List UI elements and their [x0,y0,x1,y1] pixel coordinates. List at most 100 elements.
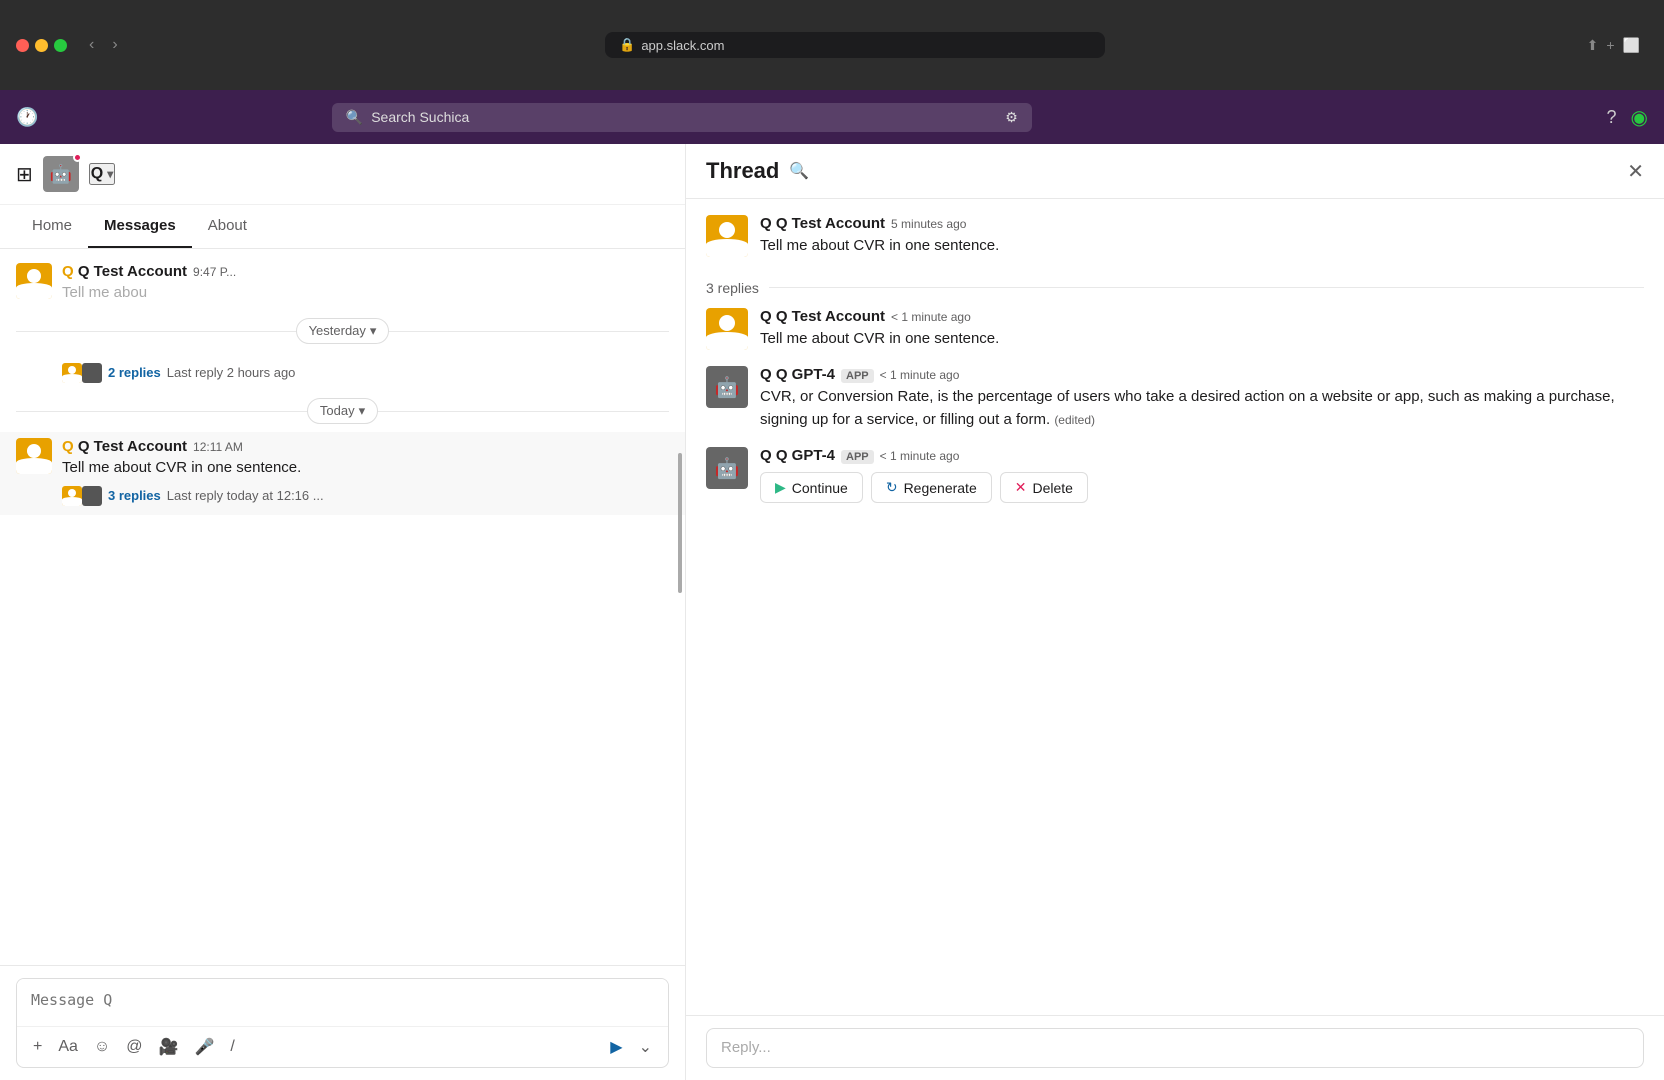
message-author: Q Q Test Account [62,438,187,455]
lock-icon: 🔒 [619,37,635,53]
minimize-traffic-light[interactable] [35,39,48,52]
tab-about[interactable]: About [192,205,263,248]
yesterday-badge[interactable]: Yesterday ▾ [296,318,390,344]
thread-message-reply3: 🤖 Q Q GPT-4 APP < 1 minute ago ▶ Continu… [706,447,1644,503]
delete-icon: ✕ [1015,479,1027,496]
nav-tabs: Home Messages About [0,205,685,249]
mic-button[interactable]: 🎤 [188,1033,220,1061]
forward-button[interactable]: › [106,34,123,56]
browser-actions: ⬆ + ⬜ [1587,37,1640,54]
sidebar-toggle-icon[interactable]: ⊞ [16,162,33,187]
scrollbar-thumb[interactable] [678,453,682,593]
thread-message-content: Q Q Test Account 5 minutes ago Tell me a… [760,215,1644,258]
avatar [16,438,52,474]
avatar [706,215,748,257]
traffic-lights [16,39,67,52]
thread-time: 5 minutes ago [891,217,966,231]
regenerate-button[interactable]: ↻ Regenerate [871,472,992,503]
search-placeholder: Search Suchica [371,109,469,125]
message-text: Tell me abou [62,282,669,304]
profile-icon[interactable]: ◉ [1631,105,1648,130]
message-input-box: + Aa ☺ @ 🎥 🎤 / ▶ ⌄ [16,978,669,1068]
address-bar[interactable]: 🔒 app.slack.com [605,32,1105,58]
thread-time: < 1 minute ago [891,310,971,324]
message-time: 12:11 AM [193,440,243,454]
delete-button[interactable]: ✕ Delete [1000,472,1088,503]
last-reply-time: Last reply today at 12:16 ... [167,488,324,503]
filter-icon[interactable]: ⚙ [1005,109,1018,126]
video-button[interactable]: 🎥 [153,1033,185,1061]
help-icon[interactable]: ? [1607,107,1617,128]
emoji-button[interactable]: ☺ [88,1034,116,1060]
reply-avatar-bot [82,363,102,383]
continue-button[interactable]: ▶ Continue [760,472,863,503]
message-content: Q Q Test Account 9:47 P... Tell me abou [62,263,669,304]
header-right-actions: ? ◉ [1607,105,1648,130]
chevron-down-icon: ▾ [359,403,366,419]
right-panel: Thread 🔍 ✕ Q Q Test Account 5 minutes ag… [686,144,1664,1080]
list-item: Q Q Test Account 12:11 AM Tell me about … [0,432,685,515]
share-icon: ⬆ [1587,37,1599,54]
thread-time: < 1 minute ago [880,449,960,463]
notification-dot [73,153,82,162]
thread-time: < 1 minute ago [880,368,960,382]
action-buttons: ▶ Continue ↻ Regenerate ✕ Delete [760,472,1644,503]
more-button[interactable]: ⌄ [633,1033,658,1061]
thread-message-content: Q Q GPT-4 APP < 1 minute ago ▶ Continue … [760,447,1644,503]
thread-search-icon[interactable]: 🔍 [789,161,809,181]
thread-message-reply1: Q Q Test Account < 1 minute ago Tell me … [706,308,1644,351]
slack-header: 🕐 🔍 Search Suchica ⚙ ? ◉ [0,90,1664,144]
thread-close-button[interactable]: ✕ [1627,159,1644,184]
search-bar[interactable]: 🔍 Search Suchica ⚙ [332,103,1032,132]
thread-message-reply2: 🤖 Q Q GPT-4 APP < 1 minute ago CVR, or C… [706,366,1644,431]
thread-text: Tell me about CVR in one sentence. [760,328,1644,351]
today-divider: Today ▾ [0,390,685,432]
thread-author: Q Q GPT-4 [760,366,835,383]
message-input[interactable] [17,979,668,1021]
channel-name-button[interactable]: Q ▾ [89,163,115,185]
browser-navigation: ‹ › [83,34,124,56]
url-text: app.slack.com [641,38,724,53]
thread-author: Q Q Test Account [760,215,885,232]
new-tab-icon[interactable]: + [1606,37,1614,54]
input-toolbar: + Aa ☺ @ 🎥 🎤 / ▶ ⌄ [17,1026,668,1067]
font-button[interactable]: Aa [52,1034,84,1060]
replies-divider: 3 replies [706,274,1644,308]
message-content: Q Q Test Account 12:11 AM Tell me about … [62,438,669,509]
thread-message-original: Q Q Test Account 5 minutes ago Tell me a… [706,215,1644,258]
tabs-icon[interactable]: ⬜ [1623,37,1640,54]
browser-chrome: ‹ › 🔒 app.slack.com ⬆ + ⬜ [0,0,1664,90]
tab-messages[interactable]: Messages [88,205,192,248]
search-icon: 🔍 [346,109,363,126]
reply-avatar-user [62,486,82,506]
fullscreen-traffic-light[interactable] [54,39,67,52]
history-icon[interactable]: 🕐 [16,107,38,128]
today-badge[interactable]: Today ▾ [307,398,378,424]
close-traffic-light[interactable] [16,39,29,52]
avatar [16,263,52,299]
message-time: 9:47 P... [193,265,236,279]
app-badge: APP [841,450,874,464]
thread-text: Tell me about CVR in one sentence. [760,235,1644,258]
app-badge: APP [841,369,874,383]
thread-reply-input[interactable]: Reply... [706,1028,1644,1068]
thread-message-content: Q Q Test Account < 1 minute ago Tell me … [760,308,1644,351]
scrollbar[interactable] [677,249,683,965]
thread-author: Q Q GPT-4 [760,447,835,464]
list-item: Q Q Test Account 9:47 P... Tell me abou [0,257,685,310]
thread-title: Thread [706,158,779,184]
message-text: Tell me about CVR in one sentence. [62,457,669,479]
messages-area: Q Q Test Account 9:47 P... Tell me abou … [0,249,685,965]
avatar: 🤖 [706,366,748,408]
tab-home[interactable]: Home [16,205,88,248]
mention-button[interactable]: @ [120,1034,148,1060]
back-button[interactable]: ‹ [83,34,100,56]
attach-button[interactable]: + [27,1034,48,1060]
thread-messages: Q Q Test Account 5 minutes ago Tell me a… [686,199,1664,1015]
slash-button[interactable]: / [224,1034,240,1060]
replies-count-link[interactable]: 2 replies [108,365,161,380]
left-header: ⊞ 🤖 Q ▾ [0,144,685,205]
reply-avatar-bot [82,486,102,506]
send-button[interactable]: ▶ [604,1033,628,1061]
replies-count-link[interactable]: 3 replies [108,488,161,503]
